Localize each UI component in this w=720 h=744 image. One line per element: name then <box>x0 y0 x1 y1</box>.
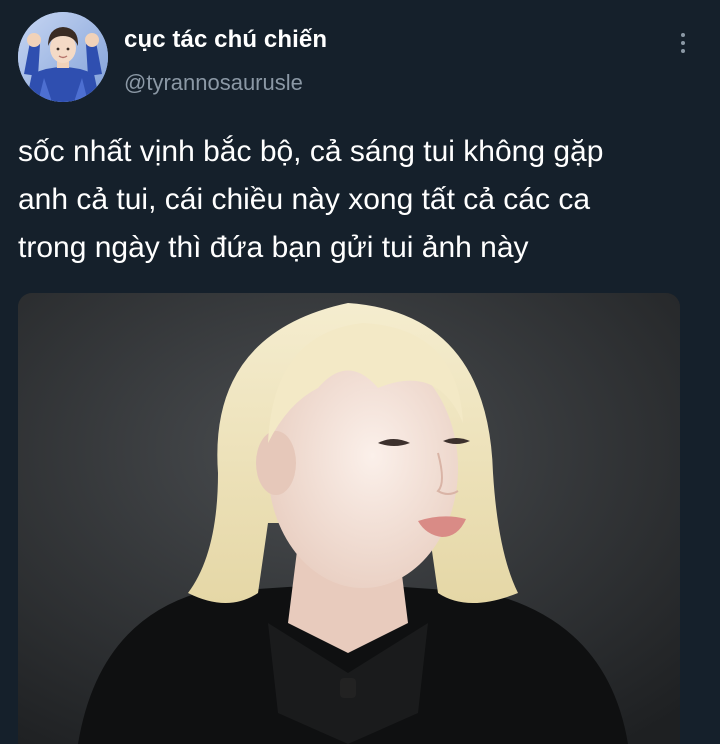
media-photo <box>18 293 680 744</box>
tweet-text-line: sốc nhất vịnh bắc bộ, cả sáng tui không … <box>18 135 604 168</box>
avatar-photo <box>18 12 108 102</box>
tweet-text: sốc nhất vịnh bắc bộ, cả sáng tui không … <box>18 128 708 272</box>
more-options-button[interactable] <box>668 28 698 58</box>
display-name[interactable]: cục tác chú chiến <box>124 26 327 54</box>
avatar[interactable] <box>18 12 108 102</box>
tweet-text-line: trong ngày thì đứa bạn gửi tui ảnh này <box>18 231 529 264</box>
tweet-text-line: anh cả tui, cái chiều này xong tất cả cá… <box>18 183 591 216</box>
more-vertical-icon-dot <box>681 41 685 45</box>
more-vertical-icon <box>681 33 685 37</box>
username-handle[interactable]: @tyrannosaurusle <box>124 70 303 96</box>
more-vertical-icon-dot <box>681 49 685 53</box>
tweet-media-image[interactable] <box>18 293 680 744</box>
